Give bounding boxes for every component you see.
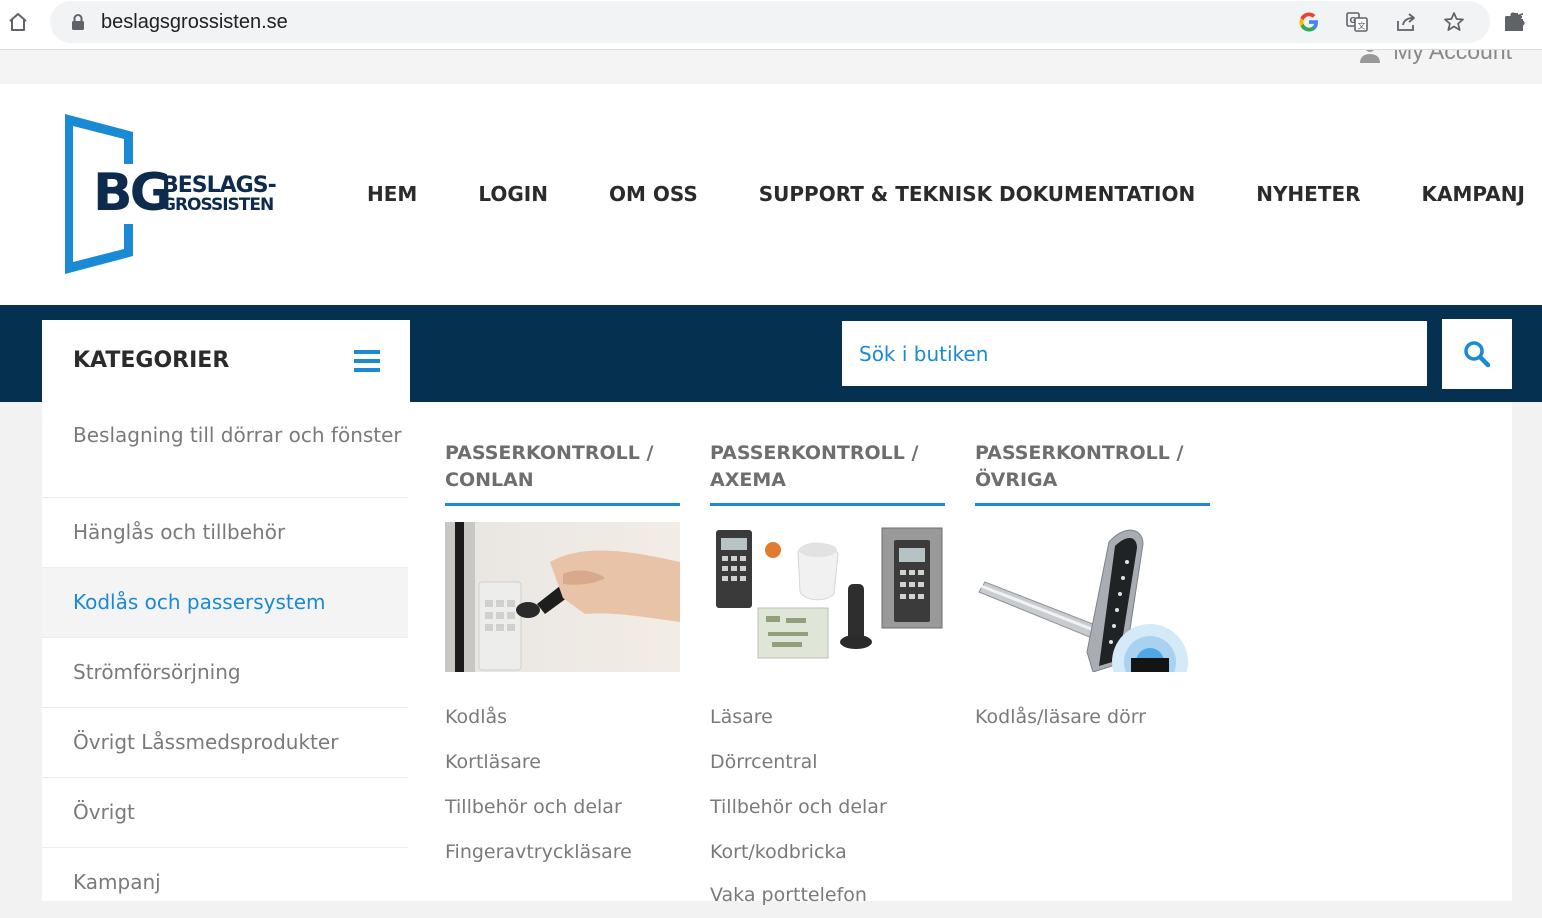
column-divider (975, 503, 1210, 506)
category-item-active[interactable]: Kodlås och passersystem (42, 568, 408, 638)
submenu-link[interactable]: Kort/kodbricka (710, 841, 847, 863)
submenu-link[interactable]: Kortläsare (445, 751, 541, 773)
category-item[interactable]: Övrigt (42, 778, 408, 848)
category-item[interactable]: Övrigt Låssmedsprodukter (42, 708, 408, 778)
submenu-link[interactable]: Tillbehör och delar (445, 796, 622, 818)
nav-kampanj[interactable]: KAMPANJ (1422, 182, 1525, 206)
nav-nyheter[interactable]: NYHETER (1256, 182, 1360, 206)
category-item[interactable]: Hänglås och tillbehör (42, 498, 408, 568)
submenu-link[interactable]: Dörrcentral (710, 751, 818, 773)
submenu-link[interactable]: Kodlås/läsare dörr (975, 706, 1146, 728)
logo-line2: GROSSISTEN (162, 195, 273, 215)
column-title-line: PASSERKONTROLL / (445, 442, 654, 464)
column-title-line: PASSERKONTROLL / (710, 442, 919, 464)
search-icon (1464, 341, 1491, 368)
share-icon[interactable] (1394, 10, 1418, 34)
home-icon[interactable] (6, 10, 30, 34)
nav-om-oss[interactable]: OM OSS (609, 182, 698, 206)
url-text[interactable]: beslagsgrossisten.se (101, 11, 288, 34)
submenu-link[interactable]: Läsare (710, 706, 773, 728)
star-icon[interactable] (1442, 10, 1466, 34)
search-input[interactable] (842, 321, 1427, 386)
column-title[interactable]: PASSERKONTROLL / AXEMA (710, 440, 945, 494)
nav-support[interactable]: SUPPORT & TEKNISK DOKUMENTATION (759, 182, 1195, 206)
user-icon (1360, 50, 1381, 63)
my-account-link[interactable]: My Account (1359, 50, 1512, 65)
address-bar[interactable]: beslagsgrossisten.se G 文 (50, 1, 1490, 43)
categories-title: KATEGORIER (73, 348, 230, 373)
column-title-line: PASSERKONTROLL / (975, 442, 1184, 464)
site-logo[interactable]: BG BESLAGS- GROSSISTEN (60, 112, 290, 276)
column-title[interactable]: PASSERKONTROLL / ÖVRIGA (975, 440, 1210, 494)
extensions-icon[interactable] (1502, 10, 1526, 34)
nav-login[interactable]: LOGIN (478, 182, 548, 206)
svg-text:G: G (1350, 16, 1357, 25)
browser-toolbar: beslagsgrossisten.se G 文 (0, 0, 1542, 50)
category-item[interactable]: Strömförsörjning (42, 638, 408, 708)
axema-products-image[interactable] (710, 522, 945, 672)
category-item[interactable]: Kampanj (42, 848, 408, 918)
keyfob-reader-image[interactable] (445, 522, 680, 672)
column-divider (710, 503, 945, 506)
top-bar: My Account (0, 50, 1542, 84)
my-account-label[interactable]: My Account (1393, 50, 1512, 65)
column-divider (445, 503, 680, 506)
column-title-line: CONLAN (445, 469, 534, 491)
lock-icon[interactable] (70, 13, 86, 31)
category-list: Beslagning till dörrar och fönster Hängl… (42, 402, 408, 901)
submenu-link[interactable]: Tillbehör och delar (710, 796, 887, 818)
logo-initials: BG (93, 163, 169, 223)
column-title-line: AXEMA (710, 469, 786, 491)
site-header: BG BESLAGS- GROSSISTEN HEM LOGIN OM OSS … (0, 84, 1542, 305)
mega-menu: PASSERKONTROLL / CONLAN Kodlås Kortläsar… (408, 402, 1512, 906)
search-button[interactable] (1442, 319, 1512, 389)
submenu-link[interactable]: Fingeravtryckläsare (445, 841, 632, 863)
column-title[interactable]: PASSERKONTROLL / CONLAN (445, 440, 680, 494)
categories-toggle[interactable]: KATEGORIER (42, 320, 410, 402)
svg-text:文: 文 (1358, 21, 1366, 31)
submenu-link[interactable]: Vaka porttelefon (710, 884, 867, 906)
category-item[interactable]: Beslagning till dörrar och fönster (42, 402, 408, 498)
main-nav: HEM LOGIN OM OSS SUPPORT & TEKNISK DOKUM… (367, 182, 1525, 206)
handle-code-lock-image[interactable] (975, 522, 1210, 672)
hamburger-icon[interactable] (354, 350, 380, 372)
submenu-link[interactable]: Kodlås (445, 706, 507, 728)
translate-icon[interactable]: G 文 (1345, 10, 1369, 34)
google-icon[interactable] (1297, 10, 1321, 34)
nav-hem[interactable]: HEM (367, 182, 417, 206)
column-title-line: ÖVRIGA (975, 469, 1058, 491)
category-search-bar: KATEGORIER (0, 305, 1542, 402)
